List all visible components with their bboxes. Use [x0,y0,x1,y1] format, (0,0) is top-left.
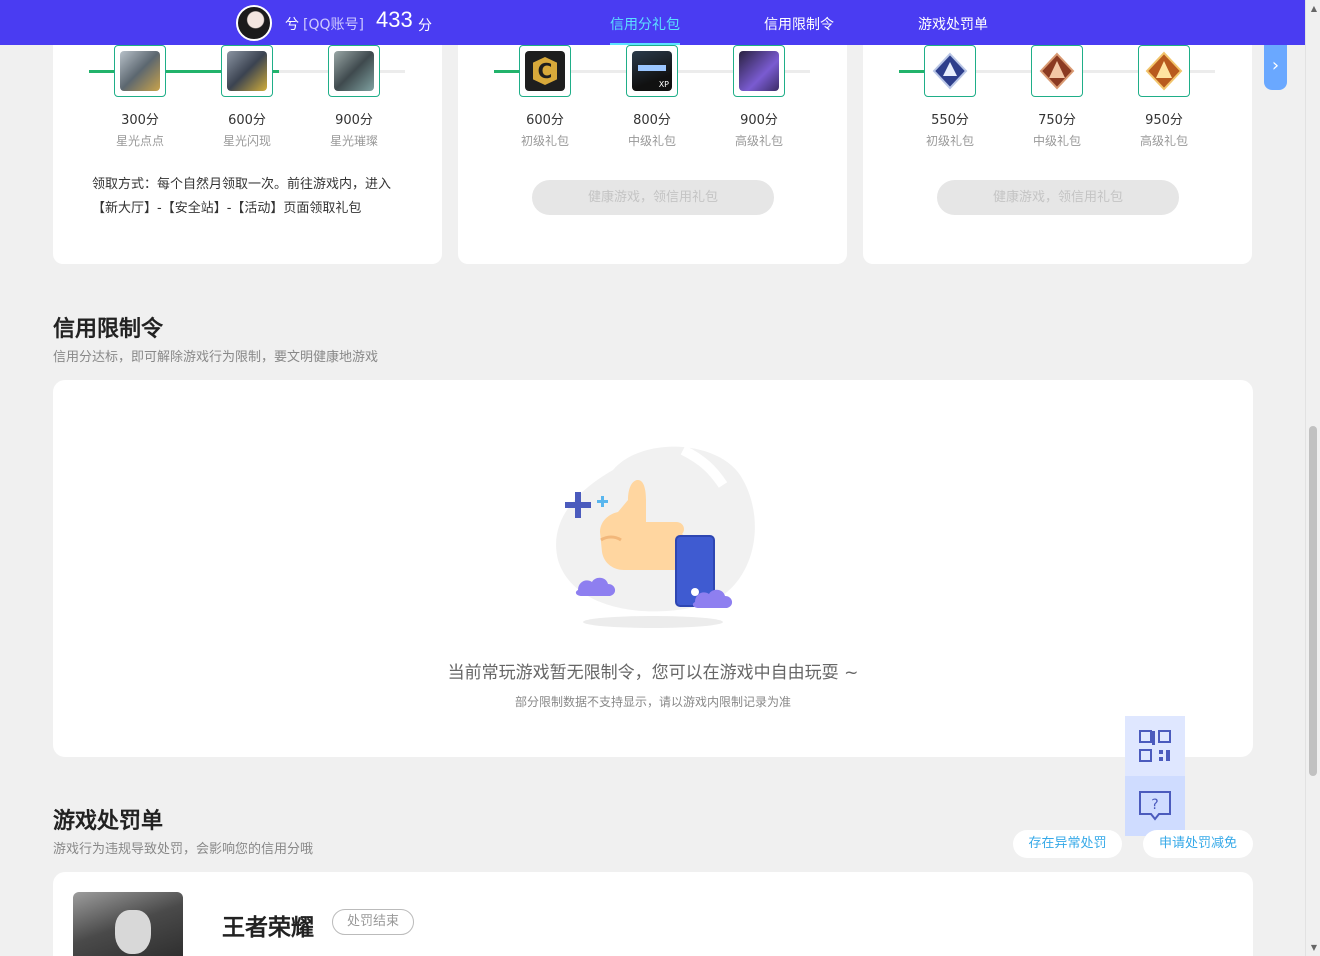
gift-item[interactable] [924,45,976,97]
gift-name: 高级礼包 [734,134,783,148]
gift-item[interactable] [1031,45,1083,97]
gift-item[interactable]: XP [626,45,678,97]
gift-score: 600分 [228,113,266,128]
gift-score: 900分 [740,113,778,128]
bronze-rank-icon [1039,52,1075,90]
thumbs-up-illustration [556,445,755,628]
penalty-section-title: 游戏处罚单 [53,809,164,834]
gift-score: 300分 [121,113,159,128]
penalty-card: 王者荣耀 处罚结束 [53,872,1253,956]
credit-score: 433 [376,7,413,32]
claim-gift-button[interactable]: 健康游戏，领信用礼包 [532,180,774,215]
scroll-up-icon[interactable]: ▲ [1311,4,1317,13]
gift-score: 900分 [335,113,373,128]
apply-reduction-link[interactable]: 申请处罚减免 [1143,830,1253,858]
gift-name: 初级礼包 [520,134,569,148]
c-badge-icon: C [525,51,565,91]
gift-score: 750分 [1038,113,1076,128]
score-unit: 分 [418,18,432,34]
help-button[interactable]: ? [1125,776,1185,836]
starlight-brilliant-icon [334,51,374,91]
gift-card-game2: C XP 600分 800分 900分 初级礼包 中级礼包 高级礼包 健康游戏，… [458,45,847,264]
gift-item[interactable] [221,45,273,97]
blue-rank-icon [932,52,968,90]
gold-rank-icon [1145,51,1183,91]
gift-name: 星光点点 [115,134,164,148]
gift-name: 中级礼包 [1032,134,1081,148]
top-nav: 兮 [QQ账号] 433 分 信用分礼包 信用限制令 游戏处罚单 [0,0,1305,45]
abnormal-penalty-link[interactable]: 存在异常处罚 [1013,830,1122,858]
tab-penalty-list[interactable]: 游戏处罚单 [918,14,988,34]
user-name: 兮 [285,17,299,33]
tab-credit-gifts[interactable]: 信用分礼包 [610,14,680,45]
claim-gift-button[interactable]: 健康游戏，领信用礼包 [937,180,1179,215]
xp-card-icon: XP [632,51,672,91]
penalty-section-subtitle: 游戏行为违规导致处罚，会影响您的信用分哦 [53,842,314,857]
game-cover-image [73,892,183,956]
gift-score: 950分 [1145,113,1183,128]
gift-item[interactable] [1138,45,1190,97]
status-badge: 处罚结束 [332,909,415,935]
restriction-note: 部分限制数据不支持显示，请以游戏内限制记录为准 [514,695,791,709]
svg-text:?: ? [1151,797,1158,813]
gift-score: 800分 [633,113,671,128]
gift-score: 600分 [526,113,564,128]
gift-name: 初级礼包 [925,134,974,148]
scrollbar[interactable]: ▲ ▼ [1305,0,1320,956]
restriction-panel: 当前常玩游戏暂无限制令，您可以在游戏中自由玩耍 ~ 部分限制数据不支持显示，请以… [53,380,1253,757]
account-type: [QQ账号] [303,17,364,33]
scrollbar-thumb[interactable] [1309,426,1317,776]
no-restriction-message: 当前常玩游戏暂无限制令，您可以在游戏中自由玩耍 ~ [447,663,859,683]
game-name: 王者荣耀 [222,915,314,941]
gift-name: 星光璀璨 [329,134,378,148]
chevron-right-icon[interactable]: › [1264,45,1287,90]
avatar[interactable] [236,5,272,41]
scroll-down-icon[interactable]: ▼ [1311,943,1317,952]
tab-restriction-orders[interactable]: 信用限制令 [764,14,834,34]
gift-item[interactable]: C [519,45,571,97]
gift-card-game3: 550分 750分 950分 初级礼包 中级礼包 高级礼包 健康游戏，领信用礼包 [863,45,1252,264]
gift-score: 550分 [931,113,969,128]
starlight-flash-icon [227,51,267,91]
qr-code-icon [1139,730,1171,762]
gift-name: 星光闪现 [222,134,271,148]
gift-item[interactable] [328,45,380,97]
restriction-section-subtitle: 信用分达标，即可解除游戏行为限制，要文明健康地游戏 [53,350,379,365]
gift-card-starlight: 300分 600分 900分 星光点点 星光闪现 星光璀璨 领取方式：每个自然月… [53,45,442,264]
starlight-dots-icon [120,51,160,91]
gift-item[interactable] [114,45,166,97]
gift-name: 高级礼包 [1139,134,1188,148]
gift-name: 中级礼包 [627,134,676,148]
claim-instructions: 领取方式：每个自然月领取一次。前往游戏内，进入【新大厅】-【安全站】-【活动】页… [92,177,392,216]
gift-item[interactable] [733,45,785,97]
loot-box-icon [739,51,779,91]
qr-code-button[interactable] [1125,716,1185,776]
restriction-section-title: 信用限制令 [53,317,164,342]
help-chat-icon: ? [1139,791,1171,821]
